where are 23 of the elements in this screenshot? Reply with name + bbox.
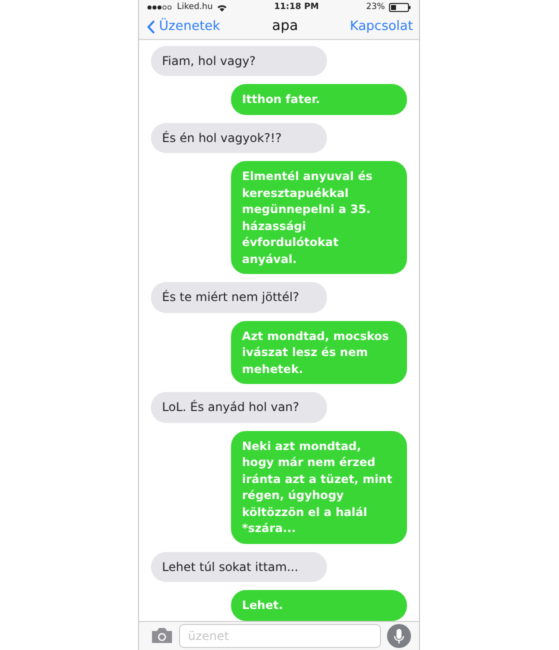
microphone-icon[interactable] bbox=[387, 624, 411, 648]
sent-message: Lehet. bbox=[231, 590, 407, 621]
conversation-title: apa bbox=[272, 17, 298, 36]
received-message: LoL. És anyád hol van? bbox=[151, 392, 327, 423]
wifi-icon bbox=[216, 4, 227, 12]
contact-link[interactable]: Kapcsolat bbox=[350, 17, 413, 37]
camera-icon[interactable] bbox=[151, 627, 173, 644]
carrier-name: Liked.hu bbox=[177, 1, 213, 14]
received-message: És te miért nem jöttél? bbox=[151, 282, 327, 313]
sent-message: Neki azt mondtad, hogy már nem érzed iránta azt a tüzet, mint régen, úgyhogy költözzön el a halál *szára... bbox=[231, 430, 407, 544]
chevron-left-icon bbox=[147, 20, 155, 34]
sent-message: Azt mondtad, mocskos ivászat lesz és nem mehetek. bbox=[231, 320, 407, 384]
battery-percent: 23% bbox=[366, 1, 385, 14]
received-message: És én hol vagyok?!? bbox=[151, 122, 327, 154]
clock-time: 11:18 PM bbox=[274, 1, 319, 14]
received-message: Fiam, hol vagy? bbox=[151, 46, 327, 76]
received-message: Lehet túl sokat ittam... bbox=[151, 552, 327, 582]
back-button[interactable]: Üzenetek bbox=[147, 17, 220, 37]
sent-message: Itthon fater. bbox=[231, 84, 407, 115]
message-field[interactable]: üzenet bbox=[179, 624, 381, 648]
sent-message: Elmentél anyuval és keresztapuékkal megünnepelni a 35. házassági évfordulótokat anyával. bbox=[231, 161, 407, 274]
signal-icon bbox=[147, 5, 173, 10]
battery-icon bbox=[388, 3, 411, 12]
